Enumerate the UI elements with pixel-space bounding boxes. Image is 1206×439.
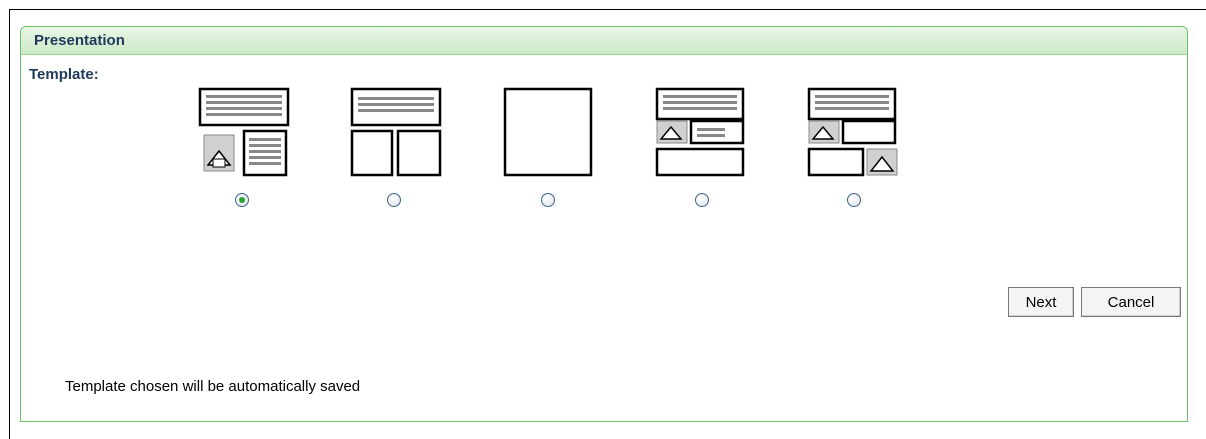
template-radio-3[interactable]	[541, 193, 555, 207]
next-button[interactable]: Next	[1008, 287, 1074, 317]
panel-title: Presentation	[34, 32, 125, 49]
template-thumbnail-3-icon	[503, 87, 593, 177]
template-option-4[interactable]	[655, 87, 751, 211]
template-thumbnail-1-icon	[198, 87, 290, 177]
template-thumbnail-5-icon	[807, 87, 898, 177]
template-option-1[interactable]	[198, 87, 294, 211]
template-radio-1[interactable]	[235, 193, 249, 207]
template-thumbnail-2-icon	[350, 87, 442, 177]
template-option-2[interactable]	[350, 87, 446, 211]
template-label: Template:	[29, 66, 99, 83]
presentation-panel: Presentation Template: Next Cancel Templ…	[20, 26, 1188, 422]
autosave-note: Template chosen will be automatically sa…	[65, 378, 361, 395]
panel-header: Presentation	[21, 27, 1187, 55]
template-option-5[interactable]	[807, 87, 903, 211]
template-radio-4[interactable]	[695, 193, 709, 207]
template-radio-2[interactable]	[387, 193, 401, 207]
template-radio-5[interactable]	[847, 193, 861, 207]
template-option-3[interactable]	[503, 87, 599, 211]
cancel-button[interactable]: Cancel	[1081, 287, 1181, 317]
template-thumbnail-4-icon	[655, 87, 745, 177]
